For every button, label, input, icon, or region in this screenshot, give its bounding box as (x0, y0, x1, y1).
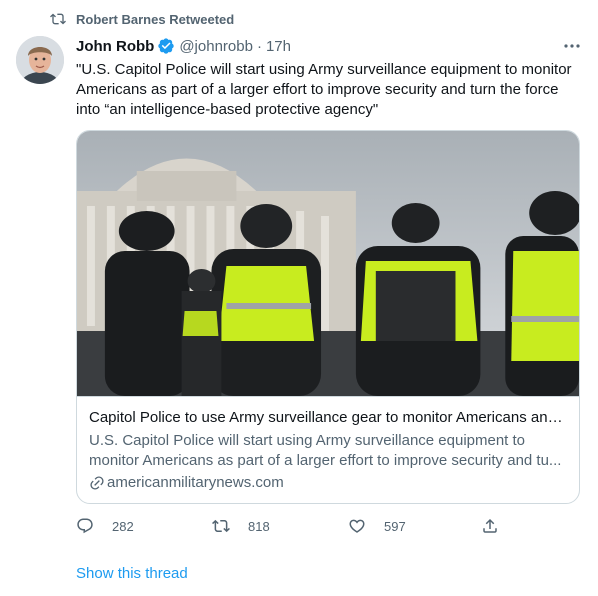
share-button[interactable] (481, 517, 499, 535)
retweet-icon (50, 13, 66, 25)
reply-count: 282 (112, 518, 134, 534)
retweet-action-icon (212, 519, 230, 533)
tweet-text: "U.S. Capitol Police will start using Ar… (76, 61, 575, 118)
link-icon (90, 475, 104, 490)
like-button[interactable]: 597 (348, 517, 406, 535)
retweet-button[interactable]: 818 (212, 517, 270, 535)
heart-icon (349, 519, 365, 533)
like-count: 597 (384, 518, 406, 534)
card-title[interactable]: Capitol Police to use Army surveillance … (89, 408, 567, 428)
tweet-timestamp[interactable]: 17h (266, 38, 291, 55)
card-image (77, 131, 579, 397)
author-name[interactable]: John Robb (76, 38, 154, 55)
tweet-header: John Robb @johnrobb · 17h (76, 37, 291, 55)
action-bar: 282 818 597 (76, 517, 506, 537)
show-thread-link[interactable]: Show this thread (76, 565, 188, 582)
more-options-button[interactable] (560, 38, 584, 54)
header-separator: · (256, 37, 262, 55)
retweet-count: 818 (248, 518, 270, 534)
share-icon (483, 518, 497, 533)
verified-badge-icon (158, 38, 175, 54)
avatar[interactable] (16, 36, 64, 84)
reply-icon (77, 518, 93, 534)
card-domain[interactable]: americanmilitarynews.com (89, 474, 567, 491)
author-handle[interactable]: @johnrobb (179, 38, 253, 55)
link-card[interactable]: Capitol Police to use Army surveillance … (76, 130, 580, 504)
card-domain-text: americanmilitarynews.com (107, 474, 284, 491)
more-icon (564, 44, 580, 48)
avatar-image (16, 36, 64, 84)
retweet-label: Robert Barnes Retweeted (76, 11, 235, 27)
reply-button[interactable]: 282 (76, 517, 134, 535)
card-description: U.S. Capitol Police will start using Arm… (89, 432, 562, 469)
retweet-context[interactable]: Robert Barnes Retweeted (50, 11, 234, 27)
